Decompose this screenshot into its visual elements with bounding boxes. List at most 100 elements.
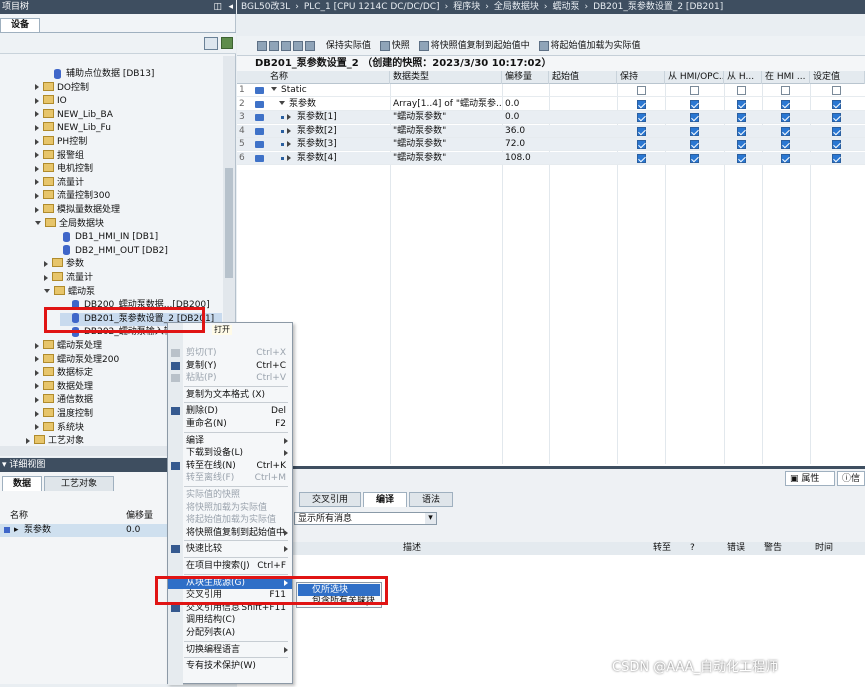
db-row-type[interactable]: "蠕动泵参数" — [393, 138, 501, 151]
expander-icon[interactable] — [35, 124, 39, 131]
checkbox[interactable] — [690, 86, 699, 95]
db-row-name[interactable]: 泵参数[2] — [297, 125, 391, 138]
checkbox[interactable] — [832, 99, 841, 109]
checkbox[interactable] — [690, 126, 699, 136]
db-table-row[interactable]: 6 泵参数[4] "蠕动泵参数" 108.0 — [237, 152, 865, 165]
db-row-start-value[interactable] — [552, 98, 616, 111]
tree-item[interactable]: DB1_HMI_IN [DB1] — [51, 231, 222, 244]
context-menu-item[interactable]: 专有技术保护(W) — [168, 660, 292, 672]
expander-icon[interactable] — [271, 87, 277, 91]
snapshot-button[interactable]: 快照 — [379, 39, 410, 53]
view-toggle-icon[interactable] — [204, 37, 218, 50]
checkbox[interactable] — [737, 126, 746, 136]
db-row-start-value[interactable] — [552, 125, 616, 138]
breadcrumb-item[interactable]: 全局数据块 — [494, 2, 539, 12]
inspector-tab-compile[interactable]: 编译 — [363, 492, 407, 507]
properties-tab[interactable]: ▣ 属性 — [785, 471, 835, 486]
context-menu-item[interactable]: 重命名(N) F2 — [168, 418, 292, 430]
tree-item[interactable]: 全局数据块 — [33, 217, 222, 231]
expander-icon[interactable] — [35, 424, 39, 431]
panel-pin-icon[interactable]: ◫ — [213, 0, 222, 14]
panel-collapse-icon[interactable]: ◂ — [228, 0, 233, 14]
message-filter-select[interactable]: 显示所有消息 ▾ — [294, 512, 437, 525]
checkbox[interactable] — [781, 126, 790, 136]
checkbox[interactable] — [690, 113, 699, 123]
db-row-start-value[interactable] — [552, 138, 616, 151]
db-col-header[interactable]: 名称 — [267, 71, 390, 84]
tree-item[interactable]: 电机控制 — [33, 163, 222, 176]
tree-scrollbar-thumb[interactable] — [225, 168, 233, 278]
checkbox[interactable] — [781, 113, 790, 123]
db-table-row[interactable]: 5 泵参数[3] "蠕动泵参数" 72.0 — [237, 138, 865, 152]
collapse-all-icon[interactable] — [293, 40, 303, 51]
tree-item[interactable]: DO控制 — [33, 81, 222, 95]
expander-icon[interactable] — [44, 260, 48, 267]
expander-icon[interactable] — [35, 206, 39, 213]
inspector-tab-xref[interactable]: 交叉引用 — [299, 492, 361, 507]
expander-icon[interactable] — [279, 100, 285, 105]
tree-item[interactable]: 流量控制300 — [33, 190, 222, 203]
db-row-type[interactable]: "蠕动泵参数" — [393, 111, 501, 124]
expander-icon[interactable] — [35, 356, 39, 363]
context-menu-item[interactable]: 下载到设备(L) — [168, 447, 292, 459]
expander-icon[interactable] — [35, 342, 39, 349]
tree-item[interactable]: PH控制 — [33, 136, 222, 149]
checkbox[interactable] — [737, 113, 746, 123]
expander-icon[interactable] — [44, 274, 48, 281]
context-menu-item[interactable]: 复制(Y) Ctrl+C — [168, 360, 292, 372]
tree-item[interactable]: 模拟量数据处理 — [33, 204, 222, 217]
expander-icon[interactable] — [287, 141, 291, 148]
db-row-name[interactable]: Static — [281, 84, 391, 97]
tree-item[interactable]: DB2_HMI_OUT [DB2] — [51, 245, 222, 258]
breadcrumb-item[interactable]: PLC_1 [CPU 1214C DC/DC/DC] — [304, 2, 440, 12]
db-row-name[interactable]: 泵参数[3] — [297, 138, 391, 151]
checkbox[interactable] — [737, 99, 746, 109]
expander-icon[interactable] — [35, 369, 39, 376]
db-row-start-value[interactable] — [552, 111, 616, 124]
copy-snapshot-button[interactable]: 将快照值复制到起始值中 — [418, 39, 530, 53]
tree-item[interactable]: 参数 — [42, 258, 222, 271]
checkbox[interactable] — [690, 99, 699, 109]
tree-item[interactable]: 流量计 — [33, 176, 222, 190]
db-table-row[interactable]: 2 泵参数 Array[1..4] of "蠕动泵参... 0.0 — [237, 98, 865, 111]
tree-item[interactable]: IO — [33, 95, 222, 108]
expander-icon[interactable] — [35, 111, 39, 118]
tree-item[interactable]: 报警组 — [33, 149, 222, 163]
checkbox[interactable] — [637, 86, 646, 95]
tree-item[interactable]: 蠕动泵 — [42, 285, 222, 299]
checkbox[interactable] — [637, 140, 646, 150]
keep-actual-button[interactable]: 保持实际值 — [326, 39, 371, 53]
db-col-header[interactable]: 数据类型 — [390, 71, 502, 84]
checkbox[interactable] — [737, 154, 746, 163]
db-row-start-value[interactable] — [552, 152, 616, 165]
checkbox[interactable] — [781, 86, 790, 95]
db-col-header[interactable]: 从 H... — [724, 71, 762, 84]
db-row-type[interactable]: "蠕动泵参数" — [393, 152, 501, 165]
context-menu-item[interactable]: 切换编程语言 — [168, 644, 292, 656]
expand-all-icon[interactable] — [281, 40, 291, 51]
db-row-name[interactable]: 泵参数 — [289, 98, 391, 111]
db-table-row[interactable]: 4 泵参数[2] "蠕动泵参数" 36.0 — [237, 124, 865, 138]
db-col-header[interactable]: 偏移量 — [502, 71, 549, 84]
tab-devices[interactable]: 设备 — [0, 18, 40, 32]
expander-icon[interactable] — [35, 221, 41, 226]
tree-item[interactable]: NEW_Lib_Fu — [33, 122, 222, 135]
breadcrumb-item[interactable]: BGL50改3L — [241, 2, 290, 12]
db-row-type[interactable]: Array[1..4] of "蠕动泵参... — [393, 98, 501, 111]
db-row-name[interactable]: 泵参数[4] — [297, 152, 391, 165]
context-menu-item[interactable]: 删除(D) Del — [168, 405, 292, 417]
checkbox[interactable] — [781, 140, 790, 150]
db-row-type[interactable]: "蠕动泵参数" — [393, 125, 501, 138]
checkbox[interactable] — [832, 126, 841, 136]
context-menu-item[interactable]: 复制为文本格式 (X) — [168, 389, 292, 401]
breadcrumb-item[interactable]: 程序块 — [453, 2, 480, 12]
add-row-icon[interactable] — [269, 40, 279, 51]
expander-icon[interactable] — [35, 97, 39, 104]
db-col-header[interactable]: 起始值 — [549, 71, 617, 84]
breadcrumb-item[interactable]: 蠕动泵 — [552, 2, 579, 12]
db-row-type[interactable] — [393, 84, 501, 97]
insert-row-icon[interactable] — [257, 40, 267, 51]
checkbox[interactable] — [832, 154, 841, 163]
expander-icon[interactable] — [44, 289, 50, 294]
checkbox[interactable] — [832, 113, 841, 123]
